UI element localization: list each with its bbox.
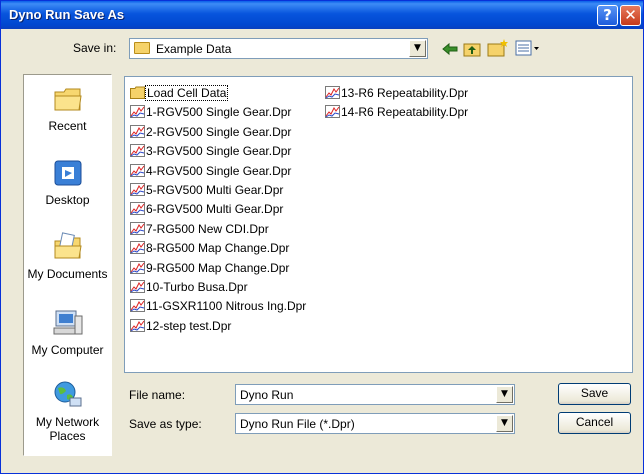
place-label: Recent [48,119,87,133]
place-label: My Documents [27,267,108,281]
dyno-run-file-icon [130,105,145,119]
back-arrow-icon[interactable] [441,41,459,57]
dyno-run-file-icon [325,86,340,99]
file-name: 7-RG500 New CDI.Dpr [146,221,269,236]
new-folder-icon[interactable] [487,38,509,57]
view-menu-icon[interactable] [515,40,541,57]
file-name: Load Cell Data [145,85,229,101]
chevron-down-icon[interactable]: ▼ [409,40,426,57]
help-button[interactable]: ? [597,5,618,26]
save-button[interactable]: Save [558,383,631,405]
folder-icon [130,86,145,99]
file-name: 3-RGV500 Single Gear.Dpr [146,144,292,159]
chevron-down-icon[interactable]: ▼ [496,415,513,432]
dyno-run-file-icon [325,105,340,119]
file-name: 11-GSXR1100 Nitrous Ing.Dpr [146,299,307,314]
file-name: 10-Turbo Busa.Dpr [146,280,248,294]
folder-icon [134,42,150,54]
file-name: 14-R6 Repeatability.Dpr [341,105,469,120]
dyno-run-file-icon [130,260,145,274]
dyno-run-file-icon [130,299,145,313]
place-label: My Computer [31,343,104,357]
file-name: 6-RGV500 Multi Gear.Dpr [146,202,284,217]
file-name: 13-R6 Repeatability.Dpr [341,86,469,100]
file-name-label: File name: [129,388,186,402]
recent-folder-icon [54,88,82,111]
file-name: 4-RGV500 Single Gear.Dpr [146,163,292,178]
title-bar[interactable]: Dyno Run Save As ? ✕ [1,1,643,29]
place-recent[interactable]: Recent [24,83,111,133]
save-as-type-dropdown[interactable]: Dyno Run File (*.Dpr) ▼ [235,413,515,434]
file-name: 1-RGV500 Single Gear.Dpr [146,105,292,120]
dyno-run-file-icon [130,202,145,216]
place-my-network-places[interactable]: My Network Places [24,379,111,443]
save-in-dropdown[interactable]: Example Data ▼ [129,38,428,59]
file-name: 8-RG500 Map Change.Dpr [146,241,290,256]
file-name-input[interactable]: Dyno Run ▼ [235,384,515,405]
my-documents-icon [54,232,82,259]
file-list[interactable]: Load Cell Data 1-RGV500 Single Gear.Dpr 2-… [124,76,633,373]
dialog-title: Dyno Run Save As [9,7,125,22]
places-bar: Recent Desktop My Documents My Computer … [23,74,112,456]
place-my-computer[interactable]: My Computer [24,307,111,357]
save-as-dialog: Dyno Run Save As ? ✕ Save in: Example Da… [0,0,644,474]
file-name-value: Dyno Run [240,388,294,402]
place-my-documents[interactable]: My Documents [24,231,111,281]
place-label: Desktop [45,193,90,207]
close-button[interactable]: ✕ [620,5,641,26]
dyno-run-file-icon [130,183,145,196]
file-name: 9-RG500 Map Change.Dpr [146,260,290,275]
dyno-run-file-icon [130,280,145,293]
dyno-run-file-icon [130,124,145,138]
save-as-type-label: Save as type: [129,417,202,431]
dyno-run-file-icon [130,144,145,158]
dyno-run-file-icon [130,163,145,177]
save-as-type-value: Dyno Run File (*.Dpr) [240,417,355,431]
desktop-icon [54,160,81,186]
file-name: 12-step test.Dpr [146,318,232,333]
place-desktop[interactable]: Desktop [24,157,111,207]
dyno-run-file-icon [130,241,145,255]
place-label: My Network Places [35,415,100,443]
dyno-run-file-icon [130,318,145,332]
dyno-run-file-icon [130,221,145,235]
save-in-value: Example Data [156,42,232,56]
chevron-down-icon[interactable]: ▼ [496,386,513,403]
file-name: 5-RGV500 Multi Gear.Dpr [146,183,284,197]
my-computer-icon [53,310,82,335]
up-folder-icon[interactable] [463,40,483,57]
save-in-label: Save in: [73,41,117,55]
network-globe-icon [54,381,81,407]
file-name: 2-RGV500 Single Gear.Dpr [146,124,292,139]
cancel-button[interactable]: Cancel [558,412,631,434]
